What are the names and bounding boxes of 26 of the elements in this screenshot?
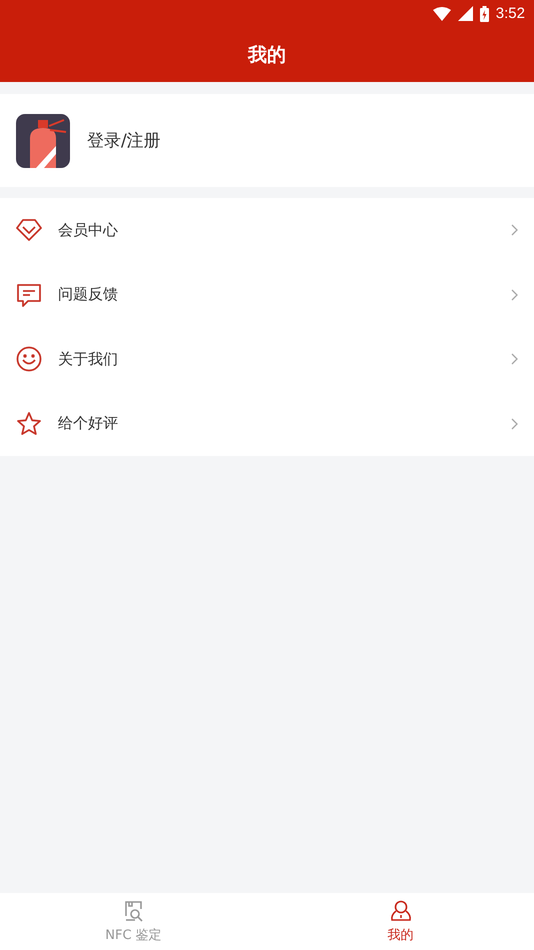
chevron-right-icon: [511, 353, 518, 366]
signal-icon: [458, 6, 473, 21]
menu-label: 会员中心: [58, 220, 119, 240]
chevron-right-icon: [511, 418, 518, 430]
chevron-right-icon: [511, 288, 518, 301]
battery-icon: [480, 6, 489, 22]
status-time: 3:52: [496, 5, 525, 22]
menu-label: 关于我们: [58, 350, 119, 369]
menu-item[interactable]: 会员中心: [0, 198, 534, 262]
menu-item[interactable]: 给个好评: [0, 392, 534, 456]
chevron-right-icon: [511, 224, 518, 236]
login-register-label: 登录/注册: [87, 130, 161, 152]
wifi-icon: [432, 6, 451, 20]
star-icon: [16, 410, 42, 437]
nav-tab[interactable]: 我的: [267, 893, 534, 950]
chat-bubble-icon: [16, 282, 42, 308]
menu-label: 给个好评: [58, 414, 119, 434]
diamond-icon: [16, 217, 42, 244]
menu-item[interactable]: 关于我们: [0, 327, 534, 392]
login-row[interactable]: 登录/注册: [0, 94, 534, 187]
app-logo-icon: [16, 114, 70, 168]
menu-item[interactable]: 问题反馈: [0, 262, 534, 327]
smiley-icon: [16, 346, 42, 372]
person-icon: [388, 899, 412, 923]
page-title: 我的: [248, 42, 286, 68]
menu-label: 问题反馈: [58, 285, 119, 304]
